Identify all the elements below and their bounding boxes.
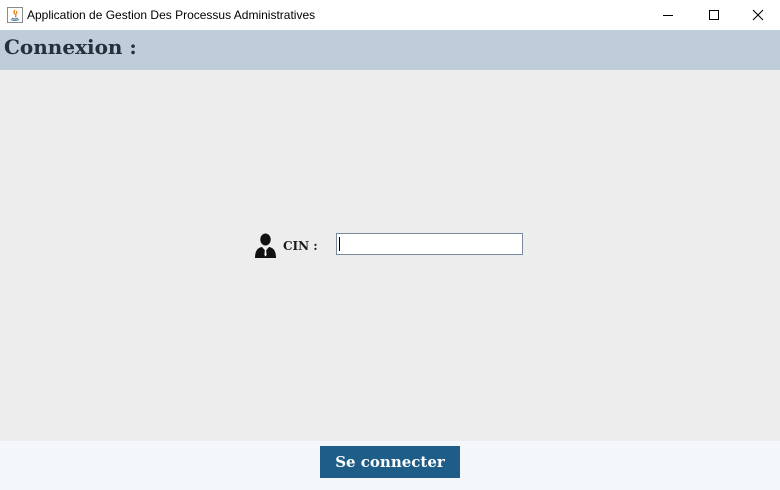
java-icon: [7, 7, 23, 23]
minimize-icon: [662, 6, 674, 25]
maximize-button[interactable]: [691, 0, 737, 30]
application-window: Application de Gestion Des Processus Adm…: [0, 0, 780, 490]
header-band: Connexion :: [0, 30, 780, 70]
cin-input[interactable]: [336, 233, 523, 255]
connect-button[interactable]: Se connecter: [320, 446, 460, 478]
close-icon: [752, 6, 764, 25]
window-title: Application de Gestion Des Processus Adm…: [27, 8, 316, 22]
minimize-button[interactable]: [645, 0, 691, 30]
footer-bar: Se connecter: [0, 441, 780, 490]
page-title: Connexion :: [4, 35, 137, 59]
title-bar[interactable]: Application de Gestion Des Processus Adm…: [0, 0, 780, 30]
close-button[interactable]: [735, 0, 780, 30]
user-icon: [254, 233, 277, 258]
login-panel: CIN :: [0, 70, 780, 441]
maximize-icon: [708, 6, 720, 25]
text-cursor: [339, 237, 340, 251]
cin-label: CIN :: [283, 239, 318, 253]
